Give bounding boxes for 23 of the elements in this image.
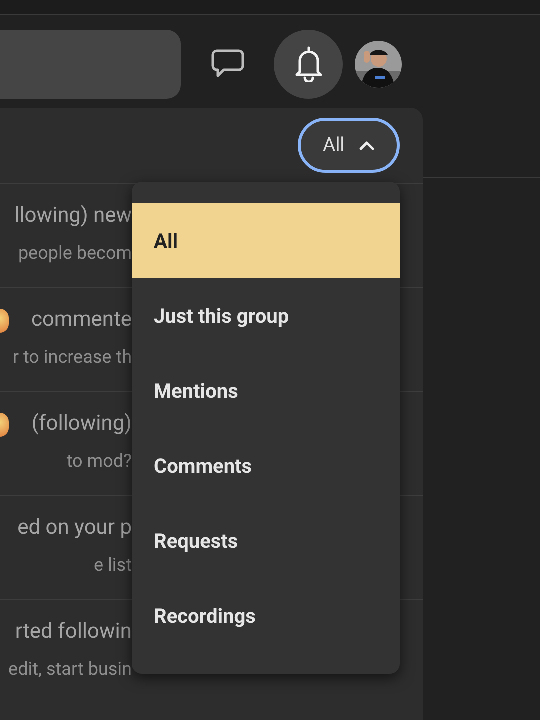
menu-item[interactable]: Comments (132, 428, 400, 503)
notification-snippet: edit, start busin (8, 658, 132, 682)
chat-icon[interactable] (211, 48, 245, 78)
menu-item[interactable]: Just this group (132, 278, 400, 353)
emoji-icon (0, 309, 9, 333)
menu-item[interactable]: Recordings (132, 578, 400, 653)
menu-item[interactable]: Mentions (132, 353, 400, 428)
notification-snippet: r to increase th (12, 346, 132, 370)
menu-item[interactable]: All (132, 203, 400, 278)
notification-title: ed on your p (18, 515, 132, 542)
notification-title: rted followin (15, 619, 132, 646)
search-field[interactable] (0, 30, 181, 98)
notification-snippet: e list (94, 554, 132, 578)
notification-title: (following) (32, 411, 132, 438)
caret-icon (358, 140, 375, 150)
notification-title: commente (31, 307, 132, 334)
bell-icon (294, 46, 324, 82)
menu-item[interactable]: Requests (132, 503, 400, 578)
notification-snippet: people becom (18, 242, 132, 266)
emoji-icon (0, 413, 9, 437)
filter-dropdown[interactable]: All (298, 118, 400, 173)
notification-snippet: to mod? (66, 450, 132, 474)
notification-title: llowing) new (14, 203, 132, 230)
